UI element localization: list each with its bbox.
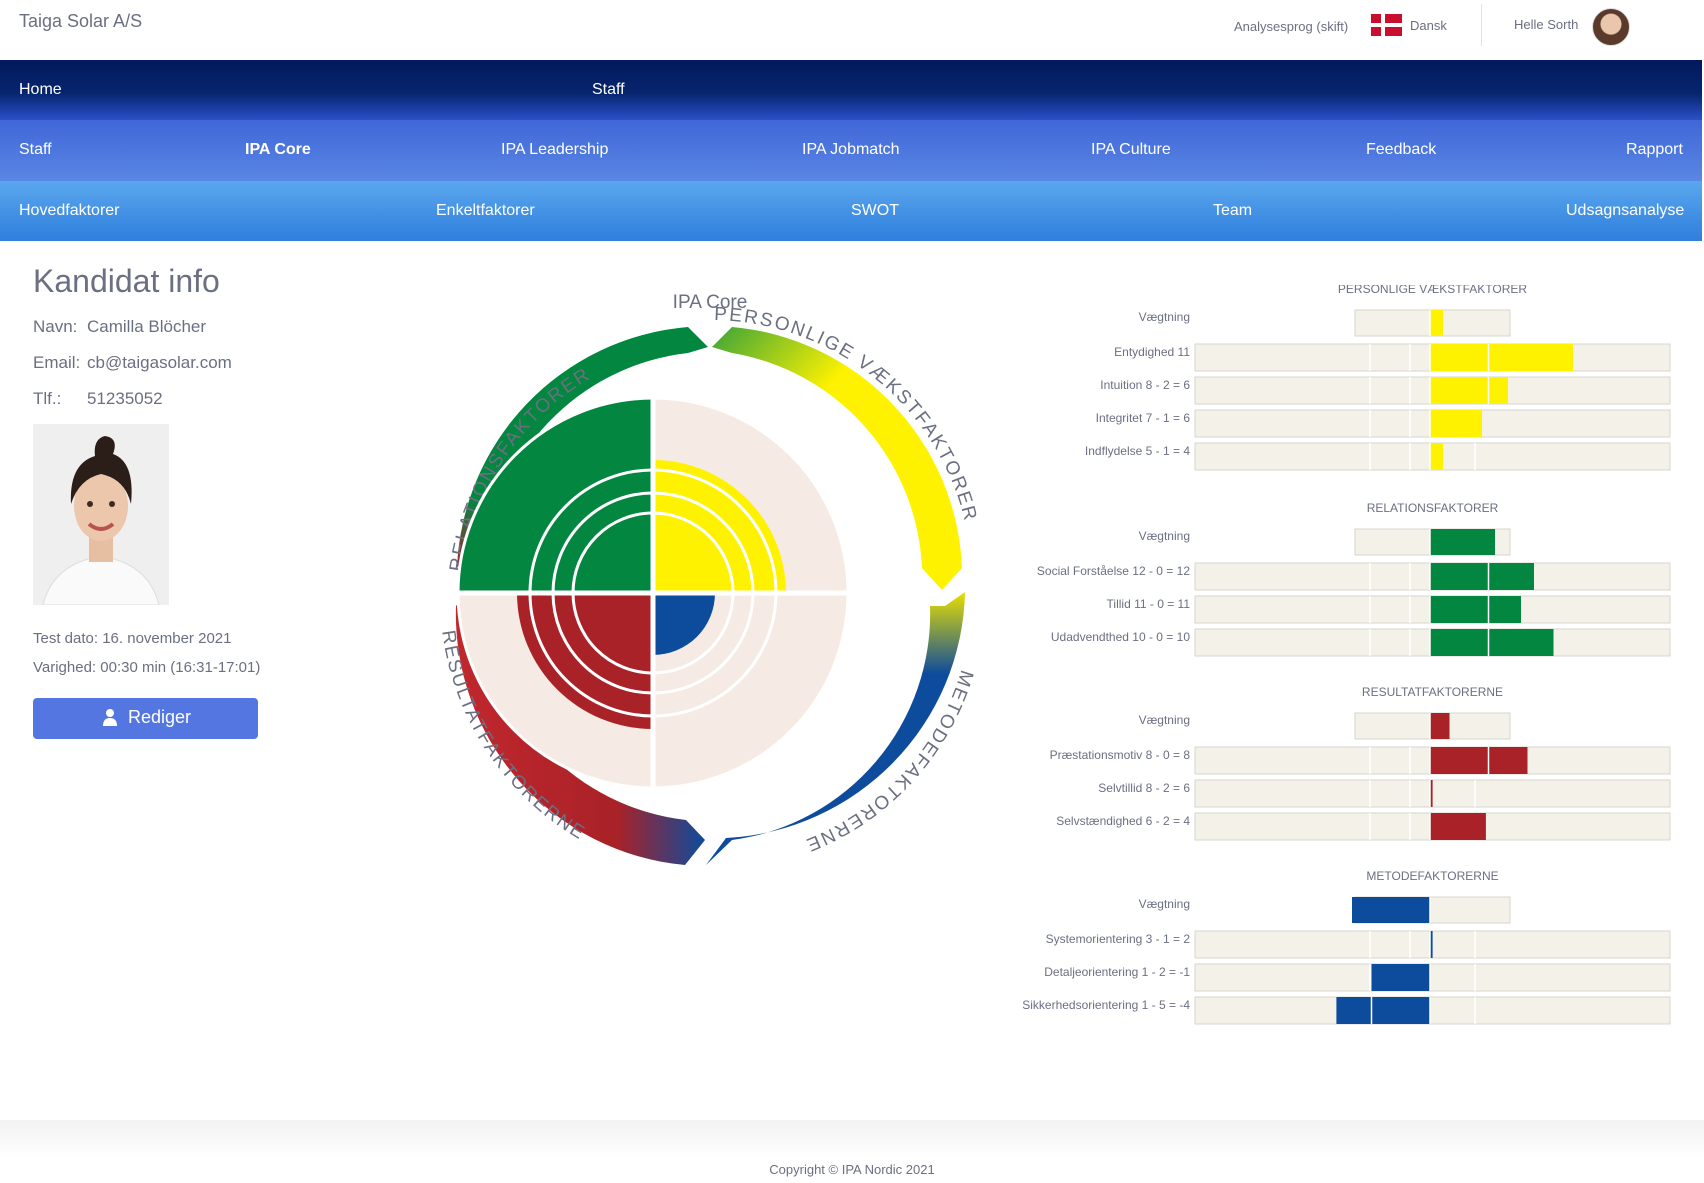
candidate-photo bbox=[33, 424, 169, 605]
ipa-core-wheel: IPA Core RELATIONSFAKTORER PERSONLIGE VÆ… bbox=[437, 292, 979, 865]
factor-label: Indflydelse 5 - 1 = 4 bbox=[1085, 444, 1190, 458]
factor-bar bbox=[1371, 964, 1430, 991]
weight-label: Vægtning bbox=[1139, 310, 1190, 324]
factor-label: Social Forståelse 12 - 0 = 12 bbox=[1037, 564, 1190, 578]
factor-bar bbox=[1430, 443, 1443, 470]
subtab-team[interactable]: Team bbox=[1213, 202, 1252, 220]
subtab-hovedfaktorer[interactable]: Hovedfaktorer bbox=[19, 202, 120, 220]
test-date: Test dato: 16. november 2021 bbox=[33, 630, 232, 647]
candidate-email[interactable]: cb@taigasolar.com bbox=[87, 353, 232, 373]
weight-label: Vægtning bbox=[1139, 897, 1190, 911]
name-label: Navn: bbox=[33, 317, 78, 336]
user-avatar[interactable] bbox=[1592, 8, 1630, 46]
candidate-name: Camilla Blöcher bbox=[87, 317, 207, 336]
user-name[interactable]: Helle Sorth bbox=[1514, 17, 1578, 32]
copyright: Copyright © IPA Nordic 2021 bbox=[769, 1162, 935, 1177]
factor-label: Selvstændighed 6 - 2 = 4 bbox=[1056, 814, 1190, 828]
factor-bar bbox=[1336, 997, 1430, 1024]
factor-label: Selvtillid 8 - 2 = 6 bbox=[1098, 781, 1190, 795]
phone-label: Tlf.: bbox=[33, 389, 62, 408]
top-bar: Taiga Solar A/S Analysesprog (skift) Dan… bbox=[0, 0, 1704, 60]
group-title: METODEFAKTORERNE bbox=[1366, 869, 1498, 883]
weight-bar bbox=[1430, 529, 1495, 555]
edit-button[interactable]: Rediger bbox=[33, 698, 258, 739]
factor-bar bbox=[1430, 377, 1508, 404]
quadrant-relationsfaktorer bbox=[458, 398, 653, 593]
tertiary-nav: Hovedfaktorer Enkeltfaktorer SWOT Team U… bbox=[0, 181, 1702, 241]
subtab-udsagnsanalyse[interactable]: Udsagnsanalyse bbox=[1566, 202, 1684, 220]
factor-bar bbox=[1430, 629, 1554, 656]
weight-bar bbox=[1430, 310, 1443, 336]
factor-bar bbox=[1430, 410, 1482, 437]
factor-group: RESULTATFAKTORERNE Vægtning Præstationsmot… bbox=[1050, 685, 1671, 841]
subtab-enkeltfaktorer[interactable]: Enkeltfaktorer bbox=[436, 202, 535, 220]
weight-bar bbox=[1430, 713, 1450, 739]
group-title: PERSONLIGE VÆKSTFAKTORER bbox=[1338, 285, 1527, 296]
brand-name[interactable]: Taiga Solar A/S bbox=[19, 11, 142, 32]
factor-bar bbox=[1430, 596, 1521, 623]
factor-label: Integritet 7 - 1 = 6 bbox=[1096, 411, 1191, 425]
weight-label: Vægtning bbox=[1139, 713, 1190, 727]
factor-bar bbox=[1430, 563, 1534, 590]
weight-label: Vægtning bbox=[1139, 529, 1190, 543]
nav-home[interactable]: Home bbox=[19, 81, 62, 99]
tab-ipa-leadership[interactable]: IPA Leadership bbox=[501, 141, 608, 159]
email-label: Email: bbox=[33, 353, 81, 372]
tab-staff[interactable]: Staff bbox=[19, 141, 52, 159]
tab-ipa-jobmatch[interactable]: IPA Jobmatch bbox=[802, 141, 900, 159]
factor-label: Detaljeorientering 1 - 2 = -1 bbox=[1044, 965, 1190, 979]
factor-label: Udadvendthed 10 - 0 = 10 bbox=[1051, 630, 1190, 644]
factor-label: Intuition 8 - 2 = 6 bbox=[1100, 378, 1190, 392]
factor-group: METODEFAKTORERNE Vægtning Systemorienterin… bbox=[1022, 869, 1671, 1025]
user-icon bbox=[102, 708, 118, 731]
factor-track bbox=[1194, 996, 1671, 1025]
factor-label: Præstationsmotiv 8 - 0 = 8 bbox=[1050, 748, 1191, 762]
factor-bar bbox=[1430, 344, 1573, 371]
factor-label: Tillid 11 - 0 = 11 bbox=[1107, 597, 1191, 611]
primary-nav: Home Staff bbox=[0, 60, 1702, 120]
group-title: RESULTATFAKTORERNE bbox=[1362, 685, 1503, 699]
tab-ipa-culture[interactable]: IPA Culture bbox=[1091, 141, 1171, 159]
tab-feedback[interactable]: Feedback bbox=[1366, 141, 1436, 159]
factor-bar bbox=[1430, 813, 1486, 840]
footer-band bbox=[0, 1120, 1704, 1160]
nav-staff[interactable]: Staff bbox=[592, 81, 625, 99]
factor-bar-charts: PERSONLIGE VÆKSTFAKTORER Vægtning Entydigh… bbox=[1022, 285, 1671, 1025]
factor-label: Sikkerhedsorientering 1 - 5 = -4 bbox=[1022, 998, 1190, 1012]
candidate-info-title: Kandidat info bbox=[33, 263, 220, 299]
tab-rapport[interactable]: Rapport bbox=[1626, 141, 1683, 159]
factor-label: Systemorientering 3 - 1 = 2 bbox=[1046, 932, 1191, 946]
weight-bar bbox=[1352, 897, 1430, 923]
factor-group: PERSONLIGE VÆKSTFAKTORER Vægtning Entydigh… bbox=[1085, 285, 1671, 471]
subtab-swot[interactable]: SWOT bbox=[851, 202, 899, 220]
group-title: RELATIONSFAKTORER bbox=[1367, 501, 1499, 515]
tab-ipa-core[interactable]: IPA Core bbox=[245, 141, 311, 159]
factor-group: RELATIONSFAKTORER Vægtning Social Forståel… bbox=[1037, 501, 1671, 657]
language-switch-label[interactable]: Analysesprog (skift) bbox=[1234, 19, 1348, 34]
test-duration: Varighed: 00:30 min (16:31-17:01) bbox=[33, 659, 261, 676]
factor-label: Entydighed 11 bbox=[1114, 345, 1190, 359]
secondary-nav: Staff IPA Core IPA Leadership IPA Jobmat… bbox=[0, 120, 1702, 181]
danish-flag-icon[interactable] bbox=[1371, 14, 1402, 36]
factor-bar bbox=[1430, 747, 1528, 774]
header-divider bbox=[1481, 4, 1482, 46]
factor-track bbox=[1194, 963, 1671, 992]
edit-button-label: Rediger bbox=[128, 707, 192, 727]
candidate-phone: 51235052 bbox=[87, 389, 163, 408]
language-value[interactable]: Dansk bbox=[1410, 18, 1447, 33]
